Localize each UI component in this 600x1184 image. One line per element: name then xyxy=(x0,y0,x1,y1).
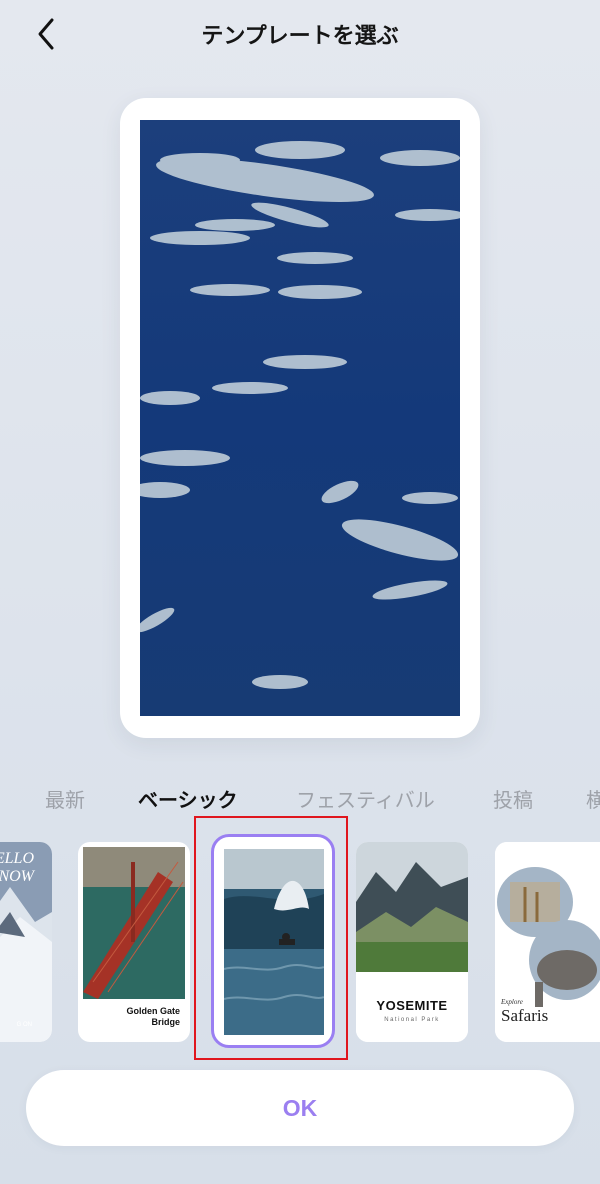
template-thumb-golden-gate[interactable]: Golden Gate Bridge xyxy=(78,842,190,1042)
template-thumb-footer: G ON xyxy=(16,1022,32,1028)
template-thumb-title: YOSEMITE xyxy=(376,998,448,1013)
template-thumb-title: Safaris xyxy=(501,1006,549,1025)
header: テンプレートを選ぶ xyxy=(0,0,600,70)
template-thumb-subtitle: Explore xyxy=(501,998,523,1006)
template-thumb-safaris[interactable]: Explore Safaris xyxy=(495,842,600,1042)
tab-latest[interactable]: 最新 xyxy=(45,784,85,813)
template-thumb-subtitle: National Park xyxy=(384,1017,440,1023)
template-preview-card xyxy=(120,98,480,738)
page-title: テンプレートを選ぶ xyxy=(201,24,399,49)
category-tabs: 最新 ベーシック フェスティバル 投稿 横 xyxy=(0,780,600,814)
tab-basic[interactable]: ベーシック xyxy=(138,784,238,813)
preview-image[interactable] xyxy=(140,120,460,716)
template-thumb-title: Golden Gate Bridge xyxy=(126,1006,180,1027)
selection-highlight xyxy=(194,816,348,1060)
ok-button[interactable]: OK xyxy=(26,1070,574,1146)
tab-landscape[interactable]: 横 xyxy=(586,784,600,813)
template-thumb-yosemite[interactable]: YOSEMITE National Park xyxy=(356,842,468,1042)
template-thumb-title: ELLO NOW xyxy=(0,850,34,885)
tab-post[interactable]: 投稿 xyxy=(493,784,533,813)
template-thumb-hello-snow[interactable]: ELLO NOW G ON xyxy=(0,842,52,1042)
tab-festival[interactable]: フェスティバル xyxy=(296,784,435,813)
ok-button-label: OK xyxy=(282,1094,318,1121)
